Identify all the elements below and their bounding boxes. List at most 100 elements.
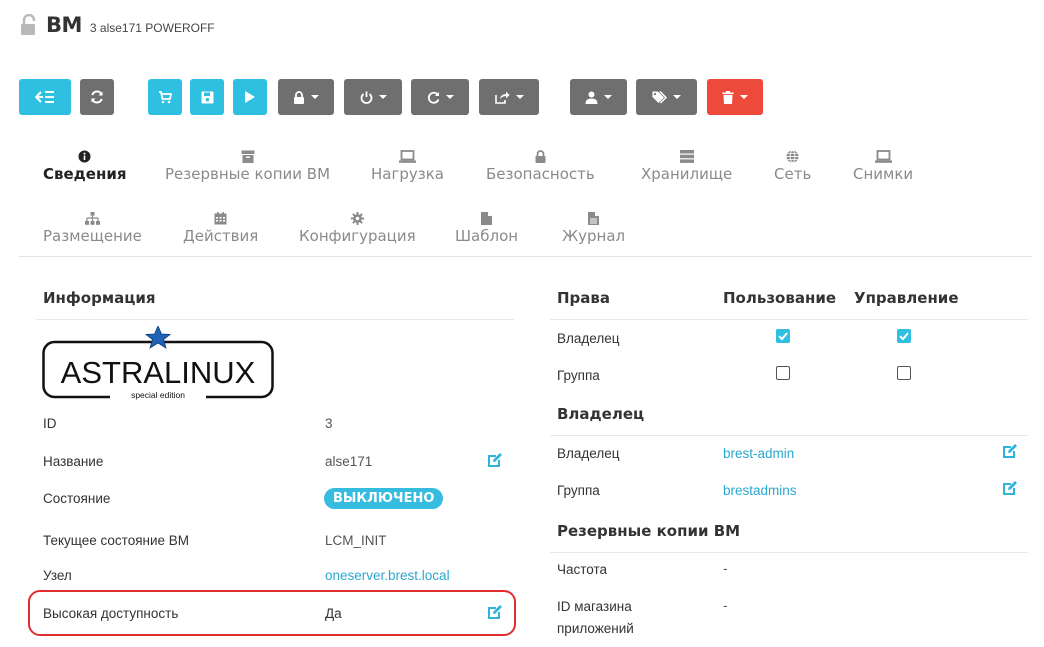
tab-template[interactable]: Шаблон xyxy=(455,209,518,245)
tab-snapshots[interactable]: Снимки xyxy=(853,147,913,183)
app-store-id-label-line1: ID магазина xyxy=(557,599,632,614)
host-link[interactable]: oneserver.brest.local xyxy=(325,568,450,583)
chevron-down-icon xyxy=(445,95,454,99)
user-dropdown-button[interactable] xyxy=(570,79,627,115)
group-use-checkbox[interactable] xyxy=(776,366,790,380)
play-icon xyxy=(245,91,255,103)
laptop-icon xyxy=(874,150,892,163)
page-title: ВМ xyxy=(46,13,82,37)
id-value: 3 xyxy=(325,416,333,431)
backup-frequency-label: Частота xyxy=(557,562,608,577)
tab-load[interactable]: Нагрузка xyxy=(371,147,444,183)
perm-group-label: Группа xyxy=(557,368,600,383)
calendar-icon xyxy=(214,212,227,225)
perm-owner-label: Владелец xyxy=(557,331,620,346)
lock-dropdown-button[interactable] xyxy=(278,79,334,115)
refresh-button[interactable] xyxy=(80,79,114,115)
edit-icon[interactable] xyxy=(1002,480,1018,496)
globe-icon xyxy=(786,150,799,163)
edit-icon[interactable] xyxy=(1002,443,1018,459)
info-icon xyxy=(78,150,91,163)
chevron-down-icon xyxy=(604,95,612,99)
cart-icon xyxy=(159,91,172,104)
laptop-icon xyxy=(398,150,416,163)
permissions-col-use: Пользование xyxy=(723,289,837,307)
info-section-title: Информация xyxy=(43,289,156,307)
unlock-icon xyxy=(21,14,36,35)
reboot-icon xyxy=(427,91,439,104)
edit-icon[interactable] xyxy=(487,452,503,468)
app-store-id-label-line2: приложений xyxy=(557,621,634,636)
lock-icon xyxy=(535,150,546,163)
highlight-frame xyxy=(28,590,516,636)
tab-storage[interactable]: Хранилище xyxy=(641,147,732,183)
status-badge: ВЫКЛЮЧЕНО xyxy=(324,488,444,509)
power-icon xyxy=(360,91,372,104)
vm-summary: 3 alse171 POWEROFF xyxy=(89,21,215,35)
backup-frequency-value: - xyxy=(723,561,728,576)
reboot-dropdown-button[interactable] xyxy=(411,79,469,115)
chevron-down-icon xyxy=(673,95,681,99)
trash-icon xyxy=(722,90,734,104)
refresh-icon xyxy=(91,90,103,104)
chevron-down-icon xyxy=(311,95,319,99)
lcm-state-label: Текущее состояние ВМ xyxy=(43,533,190,548)
astralinux-logo: ASTRALINUX special edition xyxy=(42,326,274,402)
tab-security[interactable]: Безопасность xyxy=(486,147,595,183)
owner-link[interactable]: brest-admin xyxy=(723,446,794,461)
tabs-divider xyxy=(19,256,1032,257)
file-text-icon xyxy=(588,212,600,225)
back-list-icon xyxy=(35,91,54,103)
name-value: alse171 xyxy=(325,454,373,469)
chevron-down-icon xyxy=(515,95,524,99)
tab-actions[interactable]: Действия xyxy=(183,209,258,245)
svg-text:special edition: special edition xyxy=(131,390,185,400)
svg-text:ASTRALINUX: ASTRALINUX xyxy=(61,355,256,390)
name-label: Название xyxy=(43,454,104,469)
backups-title: Резервные копии ВМ xyxy=(557,522,741,540)
owner-manage-checkbox[interactable] xyxy=(897,329,911,343)
file-icon xyxy=(481,212,493,225)
ownership-title: Владелец xyxy=(557,405,645,423)
tags-icon xyxy=(652,90,667,104)
storage-icon xyxy=(679,150,694,163)
sitemap-icon xyxy=(84,212,100,225)
share-icon xyxy=(494,91,509,104)
tags-dropdown-button[interactable] xyxy=(636,79,697,115)
owner-label: Владелец xyxy=(557,446,620,461)
permissions-title: Права xyxy=(557,289,611,307)
tab-placement[interactable]: Размещение xyxy=(43,209,142,245)
id-label: ID xyxy=(43,416,57,431)
host-label: Узел xyxy=(43,568,72,583)
tab-log[interactable]: Журнал xyxy=(562,209,625,245)
archive-icon xyxy=(241,150,255,163)
state-label: Состояние xyxy=(43,491,111,506)
tab-backups[interactable]: Резервные копии ВМ xyxy=(165,147,330,183)
tab-config[interactable]: Конфигурация xyxy=(299,209,416,245)
divider xyxy=(36,319,514,320)
divider xyxy=(550,435,1028,436)
delete-dropdown-button[interactable] xyxy=(707,79,763,115)
lock-icon xyxy=(294,90,304,104)
cart-button[interactable] xyxy=(148,79,182,115)
divider xyxy=(550,319,1028,320)
lcm-state-value: LCM_INIT xyxy=(325,533,387,548)
back-button[interactable] xyxy=(19,79,71,115)
page-header: ВМ 3 alse171 POWEROFF xyxy=(18,8,215,42)
user-icon xyxy=(585,91,598,104)
share-dropdown-button[interactable] xyxy=(479,79,539,115)
chevron-down-icon xyxy=(740,95,748,99)
owner-use-checkbox[interactable] xyxy=(776,329,790,343)
tab-network[interactable]: Сеть xyxy=(774,147,811,183)
save-icon xyxy=(201,91,213,103)
gear-icon xyxy=(350,212,364,225)
play-button[interactable] xyxy=(233,79,267,115)
group-link[interactable]: brestadmins xyxy=(723,483,797,498)
save-button[interactable] xyxy=(190,79,224,115)
chevron-down-icon xyxy=(378,95,387,99)
power-dropdown-button[interactable] xyxy=(344,79,402,115)
permissions-col-manage: Управление xyxy=(854,289,959,307)
divider xyxy=(550,552,1028,553)
group-manage-checkbox[interactable] xyxy=(897,366,911,380)
tab-info[interactable]: Сведения xyxy=(43,147,126,183)
